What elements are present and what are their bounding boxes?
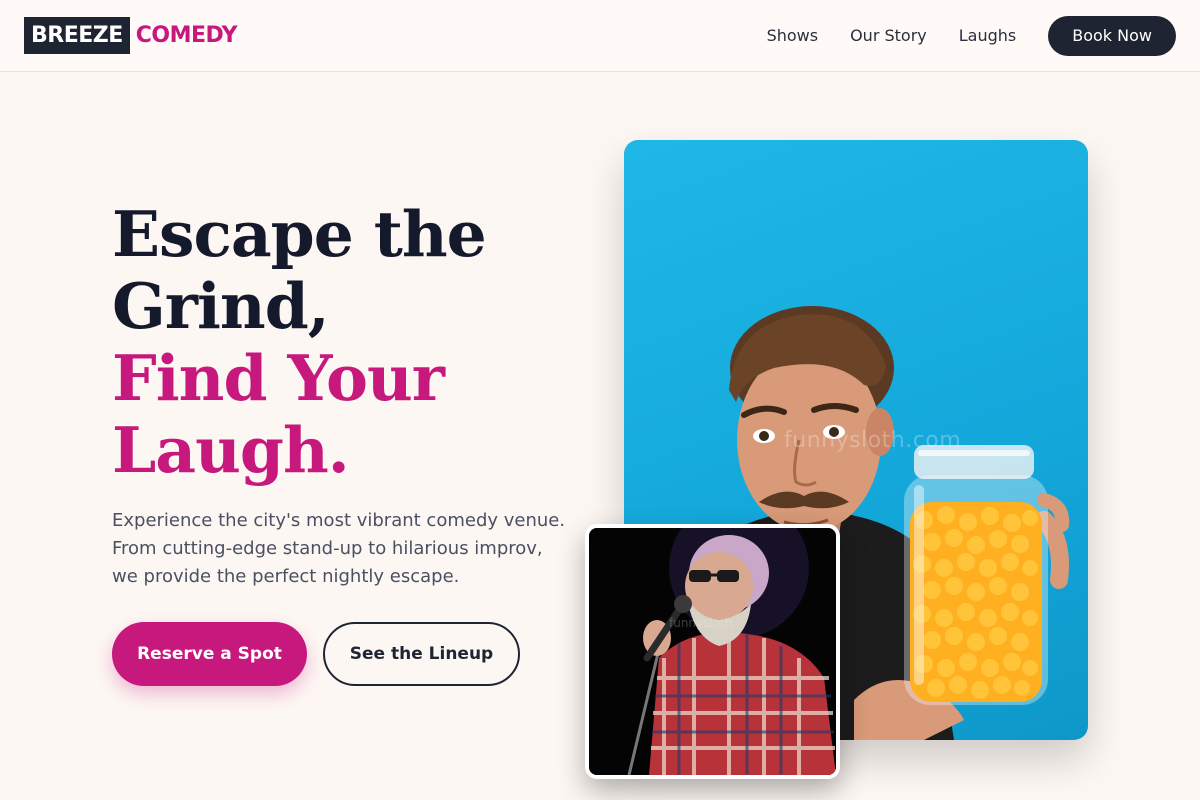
nav-link-shows[interactable]: Shows <box>767 26 819 45</box>
main-nav: Shows Our Story Laughs Book Now <box>767 15 1176 56</box>
hero-cta-row: Reserve a Spot See the Lineup <box>112 622 520 686</box>
main-photo-watermark: funnysloth.com <box>784 428 962 453</box>
hero-title-line-4: Laugh. <box>112 413 350 487</box>
reserve-spot-button[interactable]: Reserve a Spot <box>112 622 307 686</box>
see-lineup-button[interactable]: See the Lineup <box>323 622 520 686</box>
hero-title: Escape the Grind, Find Your Laugh. <box>112 198 592 486</box>
nav-link-laughs[interactable]: Laughs <box>959 26 1017 45</box>
logo-accent-text: COMEDY <box>135 23 238 48</box>
hero-description: Experience the city's most vibrant comed… <box>112 510 566 587</box>
hero-title-line-3: Find Your <box>112 341 445 415</box>
logo-primary-text: BREEZE <box>24 17 130 54</box>
site-header: BREEZE COMEDY Shows Our Story Laughs Boo… <box>0 0 1200 72</box>
logo[interactable]: BREEZE COMEDY <box>24 17 238 54</box>
book-now-button[interactable]: Book Now <box>1048 15 1176 56</box>
nav-link-our-story[interactable]: Our Story <box>850 26 927 45</box>
comedian-on-stage-illustration <box>589 528 836 775</box>
small-photo-watermark: funnysloth <box>669 616 733 630</box>
hero-photo-comedian-on-stage: funnysloth <box>585 524 840 779</box>
hero-title-line-1: Escape the <box>112 197 487 271</box>
hero-title-line-2: Grind, <box>112 269 330 343</box>
